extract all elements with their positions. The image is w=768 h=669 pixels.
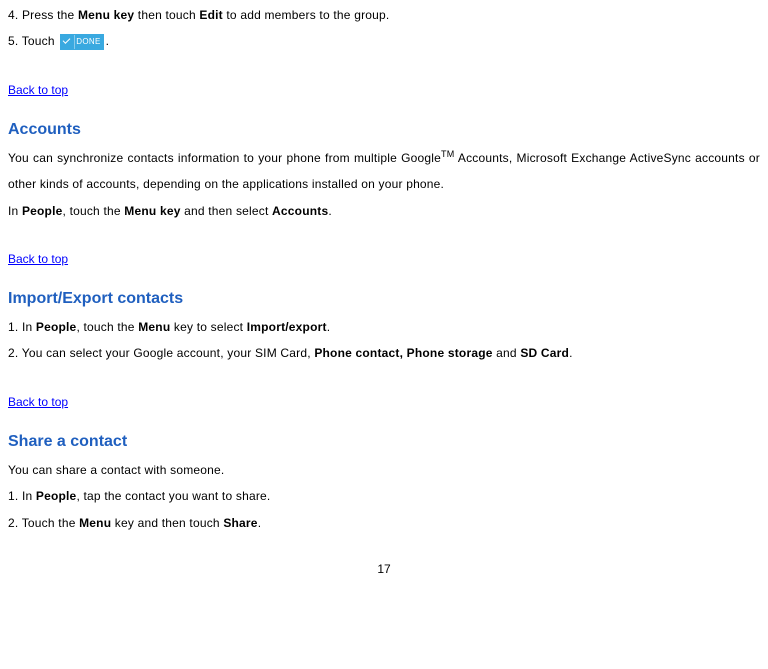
import-export-heading: Import/Export contacts xyxy=(8,290,760,308)
done-label: DONE xyxy=(76,33,100,51)
people-label: People xyxy=(36,489,77,503)
accounts-paragraph-1: You can synchronize contacts information… xyxy=(8,145,760,198)
back-to-top-link[interactable]: Back to top xyxy=(8,252,68,266)
share-contact-heading: Share a contact xyxy=(8,433,760,451)
text: 2. Touch the xyxy=(8,516,79,530)
people-label: People xyxy=(36,320,77,334)
share-paragraph: You can share a contact with someone. xyxy=(8,457,760,483)
text: . xyxy=(328,204,332,218)
share-label: Share xyxy=(223,516,257,530)
import-export-label: Import/export xyxy=(247,320,327,334)
phone-contact-label: Phone contact, Phone storage xyxy=(314,346,492,360)
edit-label: Edit xyxy=(199,8,222,22)
text: key to select xyxy=(170,320,246,334)
menu-key-label: Menu key xyxy=(78,8,134,22)
text: and xyxy=(493,346,521,360)
menu-label: Menu xyxy=(79,516,111,530)
text: . xyxy=(106,34,110,48)
step-5: 5. Touch DONE. xyxy=(8,28,760,54)
text: You can synchronize contacts information… xyxy=(8,151,441,165)
share-step-1: 1. In People, tap the contact you want t… xyxy=(8,483,760,509)
page-number: 17 xyxy=(8,562,760,576)
import-step-2: 2. You can select your Google account, y… xyxy=(8,340,760,366)
accounts-label: Accounts xyxy=(272,204,328,218)
share-step-2: 2. Touch the Menu key and then touch Sha… xyxy=(8,510,760,536)
text: then touch xyxy=(134,8,199,22)
text: , touch the xyxy=(76,320,138,334)
text: In xyxy=(8,204,22,218)
menu-key-label: Menu key xyxy=(124,204,180,218)
text: 5. Touch xyxy=(8,34,58,48)
text: 1. In xyxy=(8,320,36,334)
done-button-icon: DONE xyxy=(60,34,103,50)
text: . xyxy=(327,320,331,334)
step-4: 4. Press the Menu key then touch Edit to… xyxy=(8,2,760,28)
menu-label: Menu xyxy=(138,320,170,334)
text: , tap the contact you want to share. xyxy=(76,489,270,503)
people-label: People xyxy=(22,204,63,218)
document-page: 4. Press the Menu key then touch Edit to… xyxy=(0,0,768,584)
text: . xyxy=(258,516,262,530)
text: to add members to the group. xyxy=(223,8,390,22)
trademark-symbol: TM xyxy=(441,149,454,159)
accounts-paragraph-2: In People, touch the Menu key and then s… xyxy=(8,198,760,224)
text: . xyxy=(569,346,573,360)
text: 1. In xyxy=(8,489,36,503)
sd-card-label: SD Card xyxy=(520,346,569,360)
text: key and then touch xyxy=(111,516,223,530)
back-to-top-link[interactable]: Back to top xyxy=(8,395,68,409)
accounts-heading: Accounts xyxy=(8,121,760,139)
text: 4. Press the xyxy=(8,8,78,22)
import-step-1: 1. In People, touch the Menu key to sele… xyxy=(8,314,760,340)
text: 2. You can select your Google account, y… xyxy=(8,346,314,360)
text: and then select xyxy=(181,204,272,218)
check-icon xyxy=(60,35,75,49)
text: , touch the xyxy=(63,204,125,218)
back-to-top-link[interactable]: Back to top xyxy=(8,83,68,97)
